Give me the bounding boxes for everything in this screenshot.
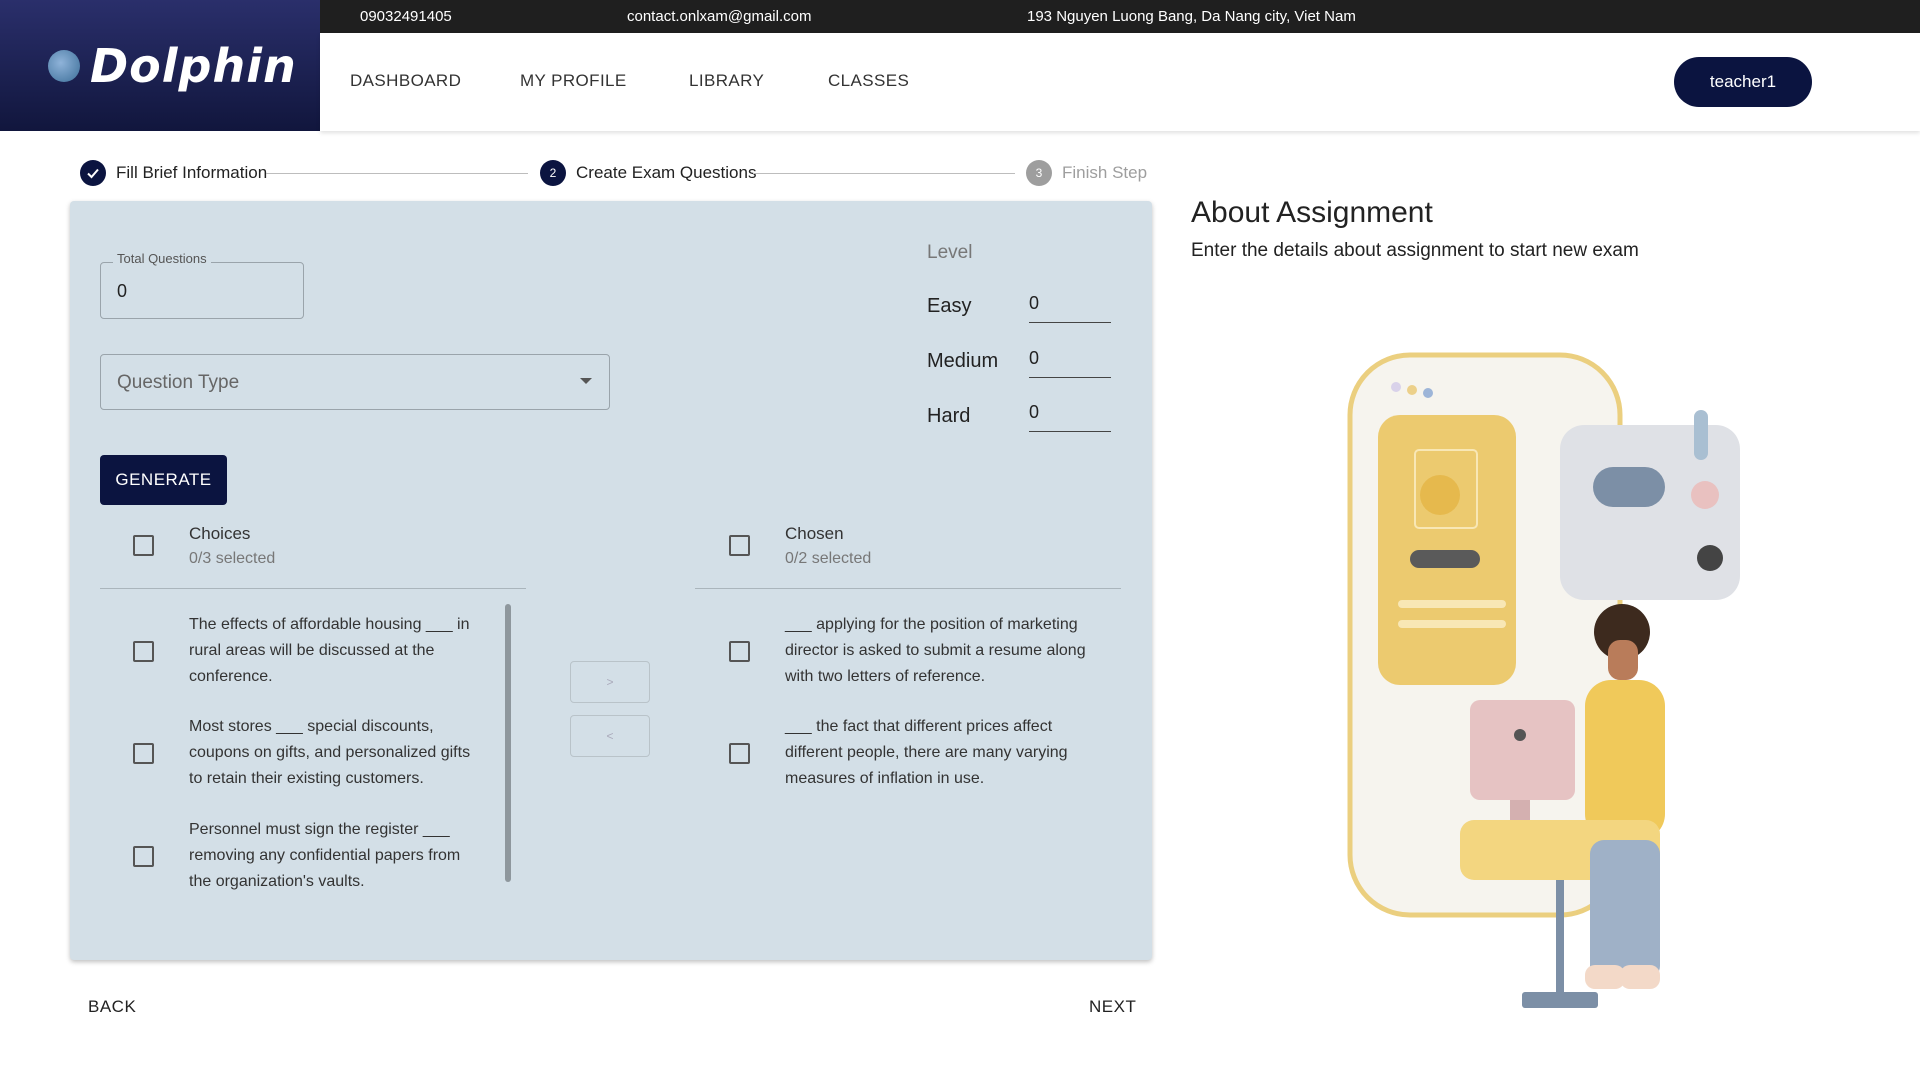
next-button[interactable]: NEXT (1089, 997, 1136, 1017)
teacher-computer-illustration (1347, 352, 1740, 1008)
total-questions-value: 0 (117, 281, 128, 301)
step-fill-brief-information: Fill Brief Information (80, 160, 267, 186)
brand-logo[interactable]: Dolphin (0, 0, 320, 131)
easy-label: Easy (927, 295, 972, 317)
chosen-item-checkbox[interactable] (729, 743, 750, 764)
nav-classes[interactable]: CLASSES (828, 71, 909, 91)
check-icon (80, 160, 106, 186)
choice-item-checkbox[interactable] (133, 641, 154, 662)
total-questions-field[interactable] (100, 262, 304, 319)
step-connector (266, 173, 528, 174)
chosen-select-all-checkbox[interactable] (729, 535, 750, 556)
question-type-placeholder: Question Type (117, 372, 240, 393)
contact-bar: 09032491405 contact.onlxam@gmail.com 193… (320, 0, 1920, 33)
about-title: About Assignment (1191, 196, 1433, 229)
choices-title: Choices (189, 524, 251, 543)
easy-input[interactable]: 0 (1029, 293, 1111, 323)
chosen-title: Chosen (785, 524, 844, 543)
medium-label: Medium (927, 350, 999, 372)
choices-select-all-checkbox[interactable] (133, 535, 154, 556)
step-number: 3 (1026, 160, 1052, 186)
choices-selected-count: 0/3 selected (189, 550, 276, 567)
step-label: Finish Step (1062, 163, 1148, 182)
nav-dashboard[interactable]: DASHBOARD (350, 71, 461, 91)
back-button[interactable]: BACK (88, 997, 136, 1017)
choice-item-text: Personnel must sign the register ___ rem… (189, 821, 461, 890)
chosen-item-checkbox[interactable] (729, 641, 750, 662)
nav-my-profile[interactable]: MY PROFILE (520, 71, 627, 91)
user-menu-button[interactable]: teacher1 (1674, 57, 1812, 107)
chosen-divider (695, 588, 1121, 589)
contact-email[interactable]: contact.onlxam@gmail.com (627, 8, 811, 25)
total-questions-label: Total Questions (113, 251, 211, 266)
globe-icon (48, 49, 80, 82)
contact-phone: 09032491405 (360, 8, 452, 25)
hard-input[interactable]: 0 (1029, 402, 1111, 432)
choice-item-text: Most stores ___ special discounts, coupo… (189, 718, 471, 787)
step-finish: 3 Finish Step (1026, 160, 1147, 186)
brand-name: Dolphin (90, 38, 297, 93)
nav-library[interactable]: LIBRARY (689, 71, 764, 91)
choice-item-checkbox[interactable] (133, 846, 154, 867)
choices-scrollbar[interactable] (505, 604, 511, 882)
exam-question-card: Total Questions 0 Question Type GENERATE… (70, 201, 1152, 960)
move-left-button[interactable]: < (570, 715, 650, 757)
step-create-exam-questions: 2 Create Exam Questions (540, 160, 756, 186)
step-label: Fill Brief Information (116, 163, 268, 182)
chevron-down-icon (580, 378, 592, 384)
hard-label: Hard (927, 405, 971, 427)
choice-item-checkbox[interactable] (133, 743, 154, 764)
choices-divider (100, 588, 526, 589)
choice-item-text: The effects of affordable housing ___ in… (189, 616, 470, 685)
move-right-button[interactable]: > (570, 661, 650, 703)
medium-input[interactable]: 0 (1029, 348, 1111, 378)
chosen-selected-count: 0/2 selected (785, 550, 872, 567)
contact-address: 193 Nguyen Luong Bang, Da Nang city, Vie… (1027, 8, 1356, 25)
step-label: Create Exam Questions (576, 163, 757, 182)
generate-button[interactable]: GENERATE (100, 455, 227, 505)
level-label: Level (927, 242, 973, 263)
step-connector (753, 173, 1015, 174)
chosen-item-text: ___ applying for the position of marketi… (785, 616, 1086, 685)
about-subtitle: Enter the details about assignment to st… (1191, 240, 1639, 261)
chosen-item-text: ___ the fact that different prices affec… (785, 718, 1068, 787)
step-number: 2 (540, 160, 566, 186)
main-nav: DASHBOARD MY PROFILE LIBRARY CLASSES tea… (320, 33, 1920, 131)
